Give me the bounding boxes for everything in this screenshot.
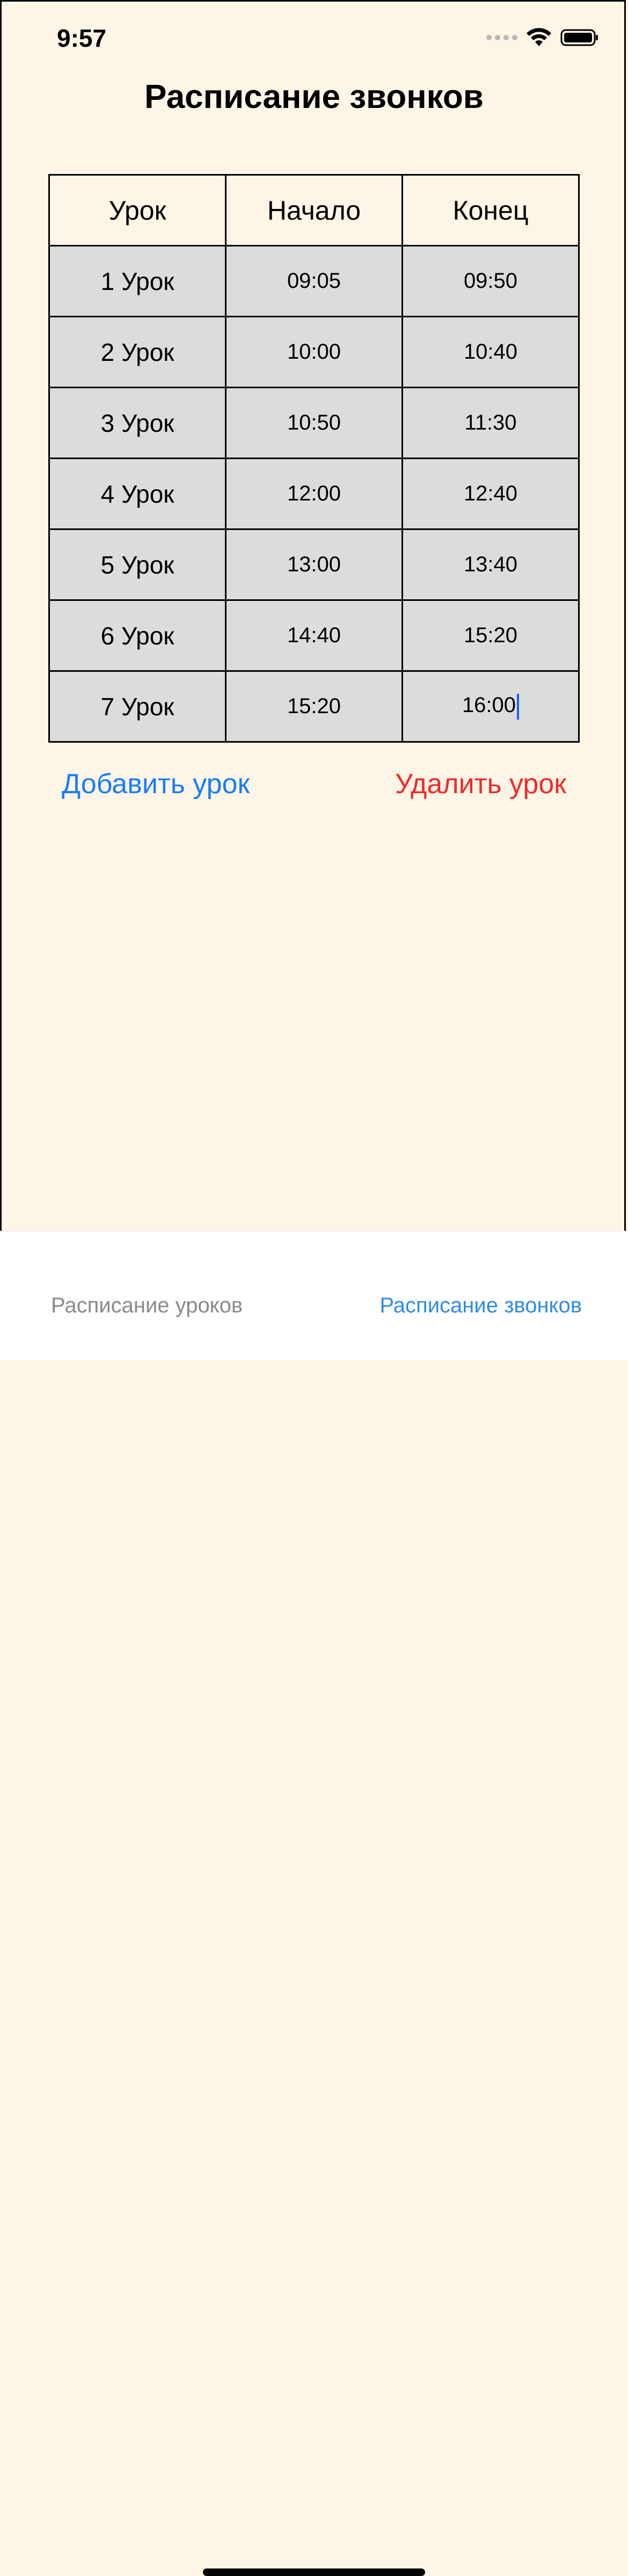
- table-row: 1 Урок 09:05 09:50: [48, 245, 580, 317]
- start-time-cell[interactable]: 13:00: [225, 528, 403, 601]
- lesson-cell[interactable]: 4 Урок: [48, 458, 227, 530]
- end-time-cell[interactable]: 11:30: [401, 387, 580, 459]
- start-time-cell[interactable]: 15:20: [225, 670, 403, 743]
- signal-icon: [486, 35, 517, 40]
- start-time-cell[interactable]: 10:00: [225, 316, 403, 388]
- start-time-cell[interactable]: 14:40: [225, 599, 403, 672]
- status-time: 9:57: [57, 24, 107, 52]
- text-cursor: [517, 693, 520, 720]
- header-end: Конец: [401, 174, 580, 246]
- header-start: Начало: [225, 174, 403, 246]
- start-time-cell[interactable]: 12:00: [225, 458, 403, 530]
- lesson-cell[interactable]: 6 Урок: [48, 599, 227, 672]
- table-row: 7 Урок 15:20 16:00: [48, 670, 580, 743]
- status-bar: 9:57: [0, 0, 628, 75]
- start-time-cell[interactable]: 09:05: [225, 245, 403, 317]
- bell-schedule-table: Урок Начало Конец 1 Урок 09:05 09:50 2 У…: [48, 174, 580, 743]
- table-row: 5 Урок 13:00 13:40: [48, 528, 580, 601]
- lesson-cell[interactable]: 5 Урок: [48, 528, 227, 601]
- tab-bar: Расписание уроков Расписание звонков: [0, 1231, 628, 2576]
- page-title: Расписание звонков: [144, 78, 484, 115]
- table-row: 3 Урок 10:50 11:30: [48, 387, 580, 459]
- tab-bell-schedule[interactable]: Расписание звонков: [379, 1294, 582, 1318]
- end-time-cell[interactable]: 15:20: [401, 599, 580, 672]
- battery-icon: [560, 29, 598, 46]
- lesson-cell[interactable]: 2 Урок: [48, 316, 227, 388]
- table-row: 4 Урок 12:00 12:40: [48, 458, 580, 530]
- table-row: 2 Урок 10:00 10:40: [48, 316, 580, 388]
- home-indicator: [203, 2568, 425, 2576]
- header-lesson: Урок: [48, 174, 227, 246]
- status-icons: [486, 28, 599, 47]
- lesson-cell[interactable]: 7 Урок: [48, 670, 227, 743]
- end-time-cell[interactable]: 10:40: [401, 316, 580, 388]
- delete-lesson-button[interactable]: Удалить урок: [395, 768, 566, 800]
- lesson-cell[interactable]: 1 Урок: [48, 245, 227, 317]
- end-time-text: 16:00: [462, 693, 516, 717]
- table-header-row: Урок Начало Конец: [48, 174, 580, 246]
- add-lesson-button[interactable]: Добавить урок: [62, 768, 250, 800]
- lesson-cell[interactable]: 3 Урок: [48, 387, 227, 459]
- tab-lesson-schedule[interactable]: Расписание уроков: [51, 1294, 243, 1318]
- table-row: 6 Урок 14:40 15:20: [48, 599, 580, 672]
- end-time-cell-editing[interactable]: 16:00: [401, 670, 580, 743]
- wifi-icon: [527, 28, 551, 46]
- end-time-cell[interactable]: 09:50: [401, 245, 580, 317]
- end-time-cell[interactable]: 12:40: [401, 458, 580, 530]
- start-time-cell[interactable]: 10:50: [225, 387, 403, 459]
- end-time-cell[interactable]: 13:40: [401, 528, 580, 601]
